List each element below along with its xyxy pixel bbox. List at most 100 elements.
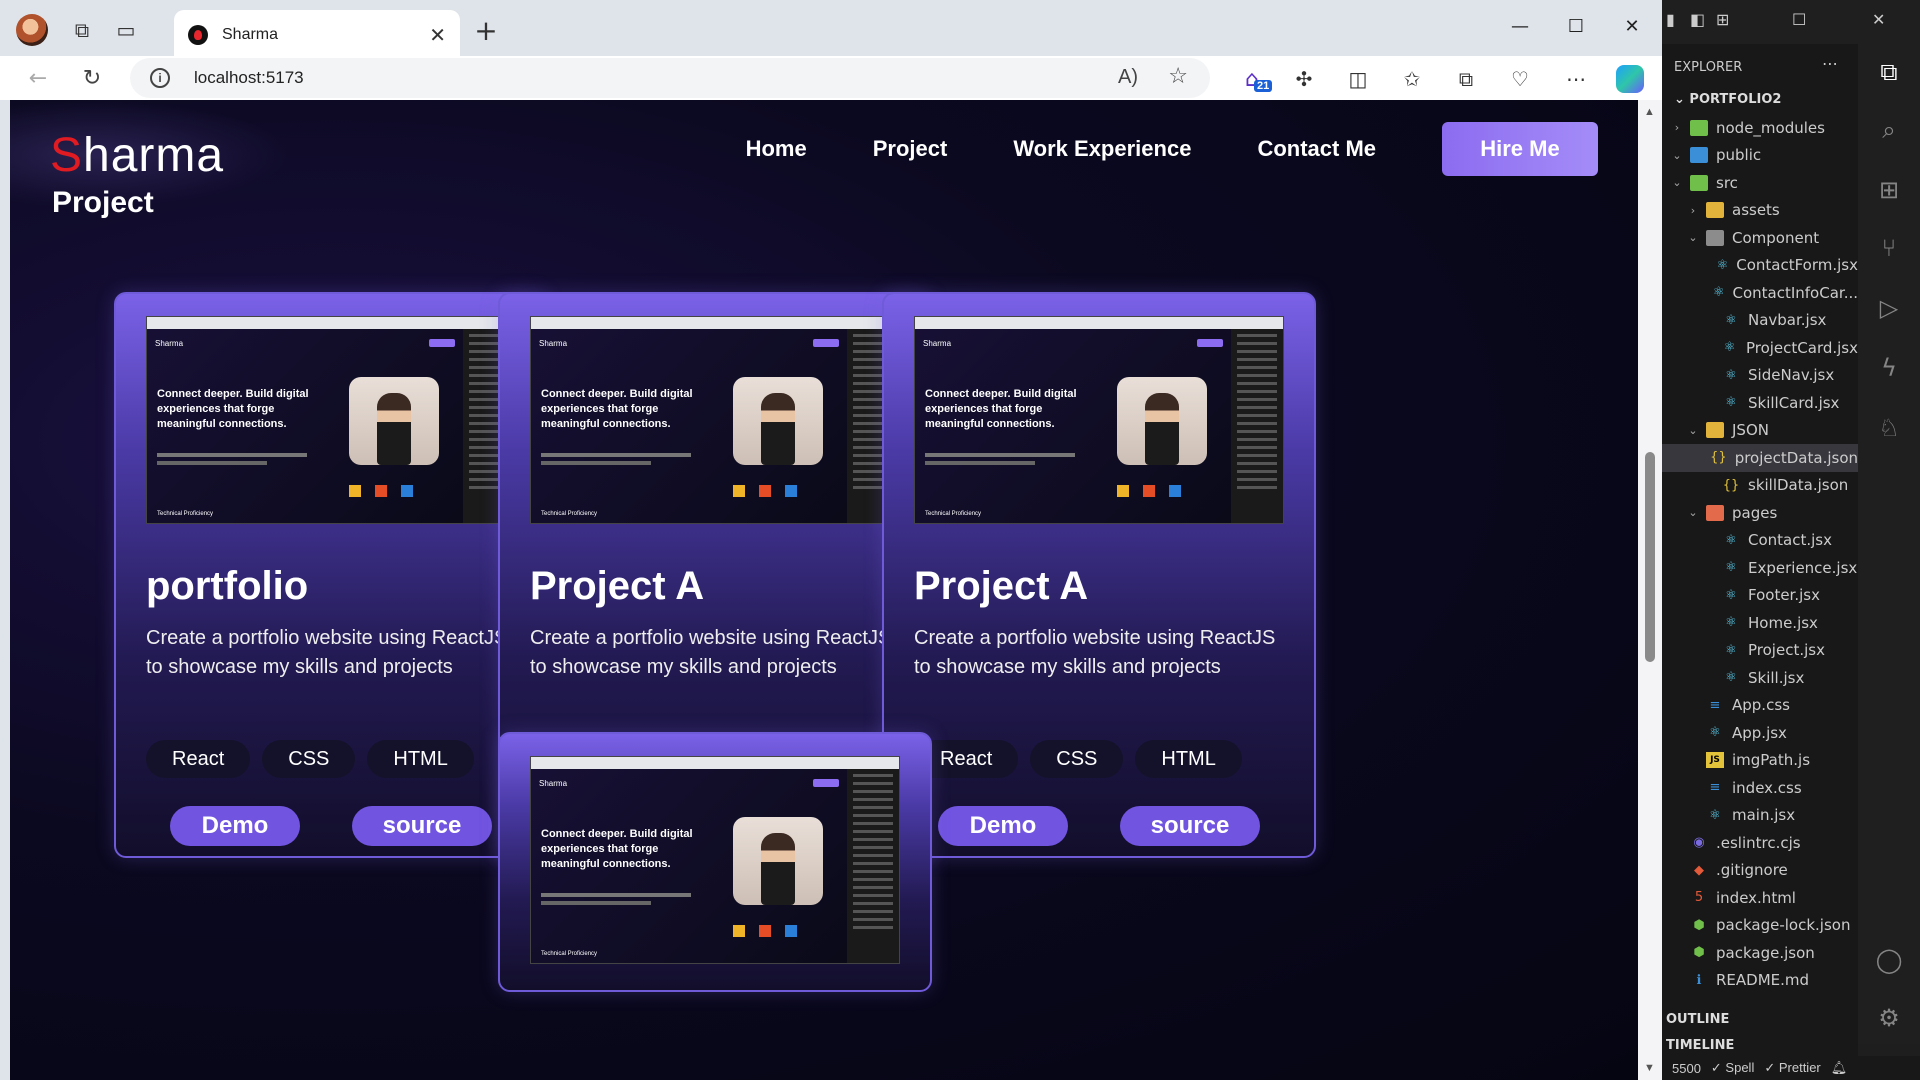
tree-item[interactable]: ⚛ Contact.jsx (1662, 527, 1858, 555)
tree-item[interactable]: ⚛ main.jsx (1662, 802, 1858, 830)
thumb-subtext (541, 901, 651, 905)
explorer-more-icon[interactable]: ⋯ (1822, 54, 1838, 73)
account-icon[interactable]: ◯ (1873, 944, 1905, 976)
status-port[interactable]: 5500 (1672, 1061, 1701, 1076)
source-button[interactable]: source (1120, 806, 1260, 846)
toggle-panel-icon[interactable]: ◧ (1690, 10, 1705, 29)
tree-item[interactable]: ⚛ Project.jsx (1662, 637, 1858, 665)
extensions-puzzle-icon[interactable]: ✣ (1286, 62, 1322, 96)
tree-item[interactable]: ◆ .gitignore (1662, 857, 1858, 885)
nav-project[interactable]: Project (873, 136, 948, 162)
tree-item[interactable]: ⚛ ContactInfoCar... (1662, 279, 1858, 307)
tree-item[interactable]: ⚛ SideNav.jsx (1662, 362, 1858, 390)
favorites-icon[interactable]: ✩ (1394, 62, 1430, 96)
tree-item[interactable]: ≡ App.css (1662, 692, 1858, 720)
tree-item[interactable]: ⚛ SkillCard.jsx (1662, 389, 1858, 417)
notifications-icon[interactable]: 🔔︎ (1831, 1060, 1848, 1076)
tree-item[interactable]: {} projectData.json (1662, 444, 1858, 472)
vsc-minimize-icon[interactable]: ☐ (1792, 10, 1806, 29)
workspaces-icon[interactable]: ⧉ (66, 14, 98, 46)
back-icon[interactable]: ← (22, 62, 54, 94)
demo-button[interactable]: Demo (170, 806, 300, 846)
split-screen-icon[interactable]: ◫ (1340, 62, 1376, 96)
url-field[interactable]: i localhost:5173 A) ☆ (130, 58, 1210, 98)
tree-item[interactable]: ⚛ Navbar.jsx (1662, 307, 1858, 335)
status-spell[interactable]: ✓ Spell (1711, 1060, 1754, 1076)
tab-close-icon[interactable]: ✕ (429, 23, 446, 47)
tree-item[interactable]: ⚛ Experience.jsx (1662, 554, 1858, 582)
browser-essentials-icon[interactable]: ♡ (1502, 62, 1538, 96)
copilot-icon[interactable] (1612, 62, 1648, 96)
tree-item[interactable]: ⚛ Home.jsx (1662, 609, 1858, 637)
tree-item[interactable]: › assets (1662, 197, 1858, 225)
scroll-up-icon[interactable]: ▲ (1644, 106, 1655, 118)
url-text[interactable]: localhost:5173 (194, 68, 304, 88)
nav-home[interactable]: Home (746, 136, 807, 162)
tree-item[interactable]: › node_modules (1662, 114, 1858, 142)
refresh-icon[interactable]: ↻ (76, 62, 108, 94)
settings-gear-icon[interactable]: ⚙ (1873, 1002, 1905, 1034)
tree-item[interactable]: ⚛ ContactForm.jsx (1662, 252, 1858, 280)
remote-icon[interactable]: ♘ (1873, 412, 1905, 444)
layout-icon[interactable]: ⊞ (1716, 10, 1729, 29)
tab-active[interactable]: Sharma ✕ (174, 10, 460, 60)
outline-section[interactable]: OUTLINE (1666, 1012, 1729, 1027)
project-root[interactable]: ⌄ PORTFOLIO2 (1674, 92, 1781, 107)
minimize-button[interactable]: — (1492, 8, 1548, 44)
collections-icon[interactable]: ⧉ (1448, 62, 1484, 96)
tree-item-label: ContactInfoCar... (1732, 283, 1858, 302)
tree-item[interactable]: ⚛ Skill.jsx (1662, 664, 1858, 692)
extension-icon[interactable]: ⌂ 21 (1234, 62, 1273, 96)
new-tab-button[interactable]: + (470, 14, 502, 47)
tree-item[interactable]: ⌄ src (1662, 169, 1858, 197)
source-control-icon[interactable]: ⑂ (1873, 232, 1905, 264)
extensions-icon[interactable]: ⊞ (1873, 174, 1905, 206)
tree-item[interactable]: ⌄ public (1662, 142, 1858, 170)
hire-me-button[interactable]: Hire Me (1442, 122, 1598, 176)
vsc-close-icon[interactable]: ✕ (1872, 10, 1885, 29)
tree-item[interactable]: ≡ index.css (1662, 774, 1858, 802)
demo-button[interactable]: Demo (938, 806, 1068, 846)
search-icon[interactable]: ⌕ (1873, 114, 1905, 146)
tab-actions-icon[interactable]: ▭ (110, 14, 142, 46)
page-scrollbar[interactable]: ▲ ▼ (1638, 100, 1662, 1080)
tree-item[interactable]: ⌄ pages (1662, 499, 1858, 527)
scroll-thumb[interactable] (1645, 452, 1655, 662)
more-menu-icon[interactable]: ⋯ (1558, 62, 1594, 96)
nav-contact-me[interactable]: Contact Me (1257, 136, 1376, 162)
tree-item[interactable]: ⌄ JSON (1662, 417, 1858, 445)
toggle-sidebar-icon[interactable]: ▮ (1666, 10, 1675, 29)
run-debug-icon[interactable]: ▷ (1873, 292, 1905, 324)
favorite-star-icon[interactable]: ☆ (1168, 64, 1188, 89)
lightning-icon[interactable]: ϟ (1873, 352, 1905, 384)
status-prettier[interactable]: ✓ Prettier (1764, 1060, 1820, 1076)
tree-item[interactable]: ⚛ App.jsx (1662, 719, 1858, 747)
ide-line (853, 798, 893, 801)
nav-work-experience[interactable]: Work Experience (1013, 136, 1191, 162)
read-aloud-icon[interactable]: A) (1118, 66, 1138, 89)
tree-item[interactable]: ⌄ Component (1662, 224, 1858, 252)
explorer-icon[interactable]: ⧉ (1873, 56, 1905, 88)
tree-item[interactable]: ℹ README.md (1662, 967, 1858, 995)
tree-item[interactable]: ◉ .eslintrc.cjs (1662, 829, 1858, 857)
profile-avatar[interactable] (16, 14, 48, 46)
source-button[interactable]: source (352, 806, 492, 846)
tree-item-label: assets (1732, 201, 1780, 220)
tree-item[interactable]: ⬢ package-lock.json (1662, 912, 1858, 940)
tree-item[interactable]: ⬢ package.json (1662, 939, 1858, 967)
site-info-icon[interactable]: i (150, 68, 170, 88)
site-logo[interactable]: Sharma (50, 128, 224, 183)
tree-item[interactable]: ⚛ ProjectCard.jsx (1662, 334, 1858, 362)
maximize-button[interactable]: ☐ (1548, 8, 1604, 44)
tree-item[interactable]: {} skillData.json (1662, 472, 1858, 500)
close-button[interactable]: ✕ (1604, 8, 1660, 44)
timeline-section[interactable]: TIMELINE (1666, 1038, 1734, 1053)
tree-item[interactable]: JS imgPath.js (1662, 747, 1858, 775)
tree-item-label: index.css (1732, 778, 1802, 797)
tree-item[interactable]: ⚛ Footer.jsx (1662, 582, 1858, 610)
vscode-window: ▮ ◧ ⊞ ☐ ✕ EXPLORER ⋯ ⌄ PORTFOLIO2 › node_… (1662, 0, 1920, 1080)
react-file-icon: ⚛ (1725, 587, 1737, 603)
react-file-icon: ⚛ (1725, 670, 1737, 686)
tree-item[interactable]: 5 index.html (1662, 884, 1858, 912)
scroll-down-icon[interactable]: ▼ (1644, 1062, 1655, 1074)
